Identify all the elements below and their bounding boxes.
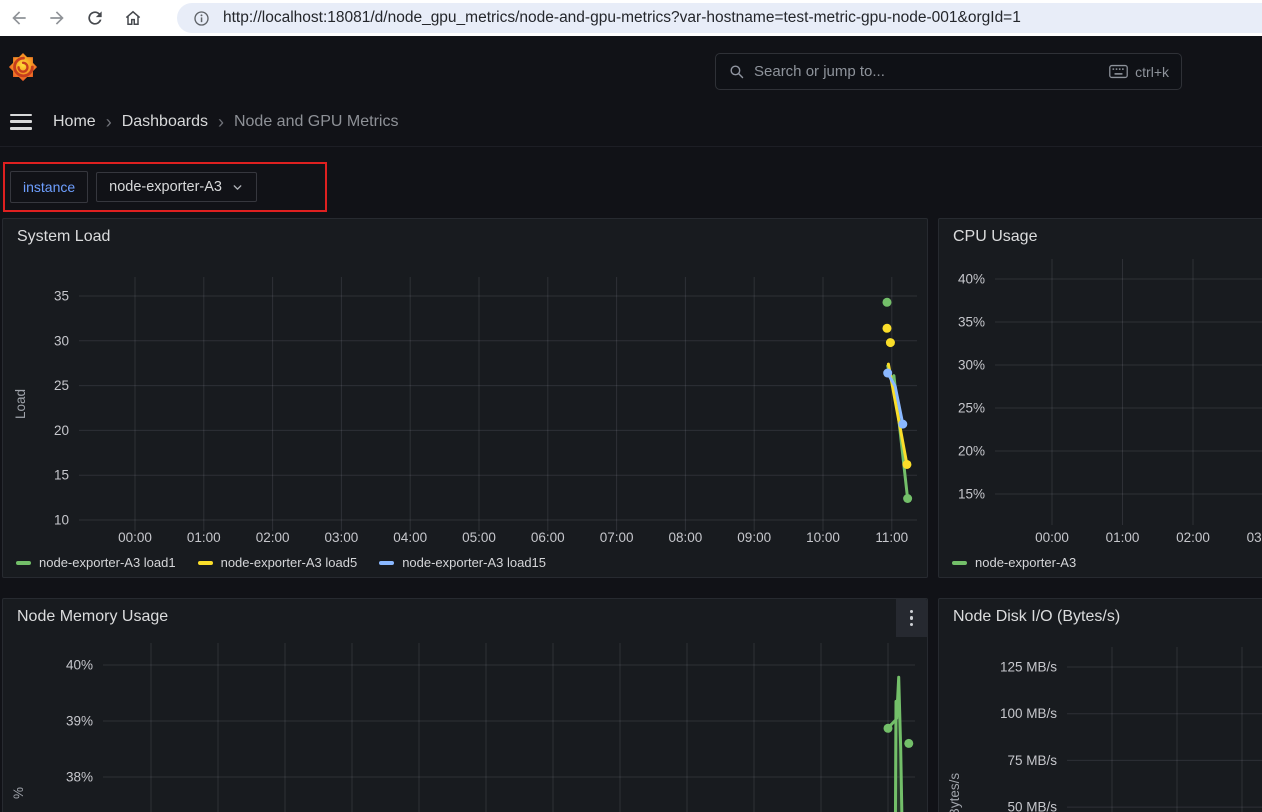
panel-system-load: System Load 35 30 25 20 15 10 00:00 01:00 02:00 0… (2, 218, 928, 578)
panel-title-node-memory-usage[interactable]: Node Memory Usage (17, 608, 168, 626)
svg-text:25%: 25% (958, 401, 985, 416)
svg-text:50 MB/s: 50 MB/s (1007, 800, 1057, 812)
panel-node-disk-io: Node Disk I/O (Bytes/s) 125 MB/s 100 MB/s… (938, 598, 1262, 812)
legend-system-load: node-exporter-A3 load1 node-exporter-A3 l… (16, 555, 546, 570)
search-input[interactable]: Search or jump to... ctrl+k (715, 53, 1182, 90)
url-input[interactable] (215, 9, 1255, 27)
legend-cpu-usage: node-exporter-A3 (952, 555, 1076, 570)
svg-text:00:00: 00:00 (1035, 530, 1069, 545)
svg-text:03:00: 03:00 (1247, 530, 1262, 545)
svg-text:40%: 40% (958, 272, 985, 287)
panel-title-system-load[interactable]: System Load (17, 228, 110, 246)
system-load-chart[interactable]: 35 30 25 20 15 10 00:00 01:00 02:00 03:00 04:00 05:… (3, 219, 929, 579)
page-info-icon[interactable] (187, 4, 215, 32)
legend-label: node-exporter-A3 load5 (221, 555, 358, 570)
breadcrumb-dashboards[interactable]: Dashboards (122, 113, 208, 131)
svg-text:%: % (11, 787, 26, 799)
svg-text:05:00: 05:00 (462, 530, 496, 545)
legend-label: node-exporter-A3 load1 (39, 555, 176, 570)
svg-text:Load: Load (13, 389, 28, 419)
search-shortcut: ctrl+k (1109, 64, 1169, 80)
svg-text:30%: 30% (958, 358, 985, 373)
svg-text:01:00: 01:00 (1106, 530, 1140, 545)
instance-dropdown[interactable]: node-exporter-A3 (96, 172, 257, 202)
svg-text:39%: 39% (66, 714, 93, 729)
svg-text:125 MB/s: 125 MB/s (1000, 660, 1057, 675)
grafana-logo-icon[interactable] (8, 52, 38, 82)
screen: Search or jump to... ctrl+k Home › Dashb… (0, 0, 1262, 812)
panel-menu-icon[interactable] (896, 599, 927, 637)
legend-item[interactable]: node-exporter-A3 load5 (198, 555, 358, 570)
panel-title-cpu-usage[interactable]: CPU Usage (953, 228, 1037, 246)
svg-text:02:00: 02:00 (1176, 530, 1210, 545)
forward-icon[interactable] (38, 0, 76, 36)
svg-text:25: 25 (54, 378, 69, 393)
chevron-right-icon: › (106, 113, 112, 131)
annotation-box: instance node-exporter-A3 (3, 162, 327, 212)
svg-text:38%: 38% (66, 770, 93, 785)
svg-text:15: 15 (54, 468, 69, 483)
svg-text:15%: 15% (958, 487, 985, 502)
svg-text:20%: 20% (958, 444, 985, 459)
svg-text:30: 30 (54, 333, 69, 348)
menu-icon[interactable] (10, 114, 32, 130)
cpu-usage-chart[interactable]: 40% 35% 30% 25% 20% 15% 00:00 01:00 02:00 03:00 (939, 219, 1262, 579)
svg-text:10: 10 (54, 513, 69, 528)
breadcrumb-current: Node and GPU Metrics (234, 113, 399, 131)
node-disk-io-chart[interactable]: 125 MB/s 100 MB/s 75 MB/s 50 MB/s Bytes/s (939, 599, 1262, 812)
search-icon (728, 63, 745, 80)
node-memory-usage-chart[interactable]: 40% 39% 38%% (3, 599, 929, 812)
legend-item[interactable]: node-exporter-A3 load1 (16, 555, 176, 570)
home-icon[interactable] (114, 0, 152, 36)
svg-text:00:00: 00:00 (118, 530, 152, 545)
svg-text:01:00: 01:00 (187, 530, 221, 545)
svg-text:03:00: 03:00 (325, 530, 359, 545)
svg-text:08:00: 08:00 (669, 530, 703, 545)
instance-dropdown-value: node-exporter-A3 (109, 179, 222, 195)
svg-text:35: 35 (54, 289, 69, 304)
legend-swatch (198, 561, 213, 565)
svg-text:02:00: 02:00 (256, 530, 290, 545)
breadcrumb-bar: Home › Dashboards › Node and GPU Metrics (0, 97, 1262, 147)
legend-swatch (952, 561, 967, 565)
svg-text:75 MB/s: 75 MB/s (1007, 753, 1057, 768)
panel-node-memory-usage: Node Memory Usage 40% 39% 38%% (2, 598, 928, 812)
legend-swatch (379, 561, 394, 565)
svg-text:20: 20 (54, 423, 69, 438)
reload-icon[interactable] (76, 0, 114, 36)
keyboard-icon (1109, 64, 1128, 79)
legend-swatch (16, 561, 31, 565)
address-bar[interactable] (177, 3, 1262, 33)
svg-text:35%: 35% (958, 315, 985, 330)
variable-label: instance (10, 171, 88, 203)
svg-text:09:00: 09:00 (737, 530, 771, 545)
legend-label: node-exporter-A3 load15 (402, 555, 546, 570)
legend-item[interactable]: node-exporter-A3 (952, 555, 1076, 570)
svg-text:40%: 40% (66, 658, 93, 673)
chevron-down-icon (231, 181, 244, 194)
svg-text:Bytes/s: Bytes/s (947, 773, 962, 812)
browser-toolbar (0, 0, 1262, 36)
chevron-right-icon: › (218, 113, 224, 131)
breadcrumb-home[interactable]: Home (53, 113, 96, 131)
svg-text:04:00: 04:00 (393, 530, 427, 545)
svg-text:11:00: 11:00 (875, 530, 908, 545)
breadcrumb: Home › Dashboards › Node and GPU Metrics (53, 113, 398, 131)
panel-title-node-disk-io[interactable]: Node Disk I/O (Bytes/s) (953, 608, 1120, 626)
svg-text:100 MB/s: 100 MB/s (1000, 706, 1057, 721)
svg-text:10:00: 10:00 (806, 530, 840, 545)
back-icon[interactable] (0, 0, 38, 36)
svg-text:06:00: 06:00 (531, 530, 565, 545)
panel-cpu-usage: CPU Usage 40% 35% 30% 25% 20% 15% 00:00 01:00 02… (938, 218, 1262, 578)
legend-label: node-exporter-A3 (975, 555, 1076, 570)
search-placeholder: Search or jump to... (754, 63, 1109, 80)
legend-item[interactable]: node-exporter-A3 load15 (379, 555, 546, 570)
svg-text:07:00: 07:00 (600, 530, 634, 545)
grafana-header: Search or jump to... ctrl+k (0, 36, 1262, 97)
